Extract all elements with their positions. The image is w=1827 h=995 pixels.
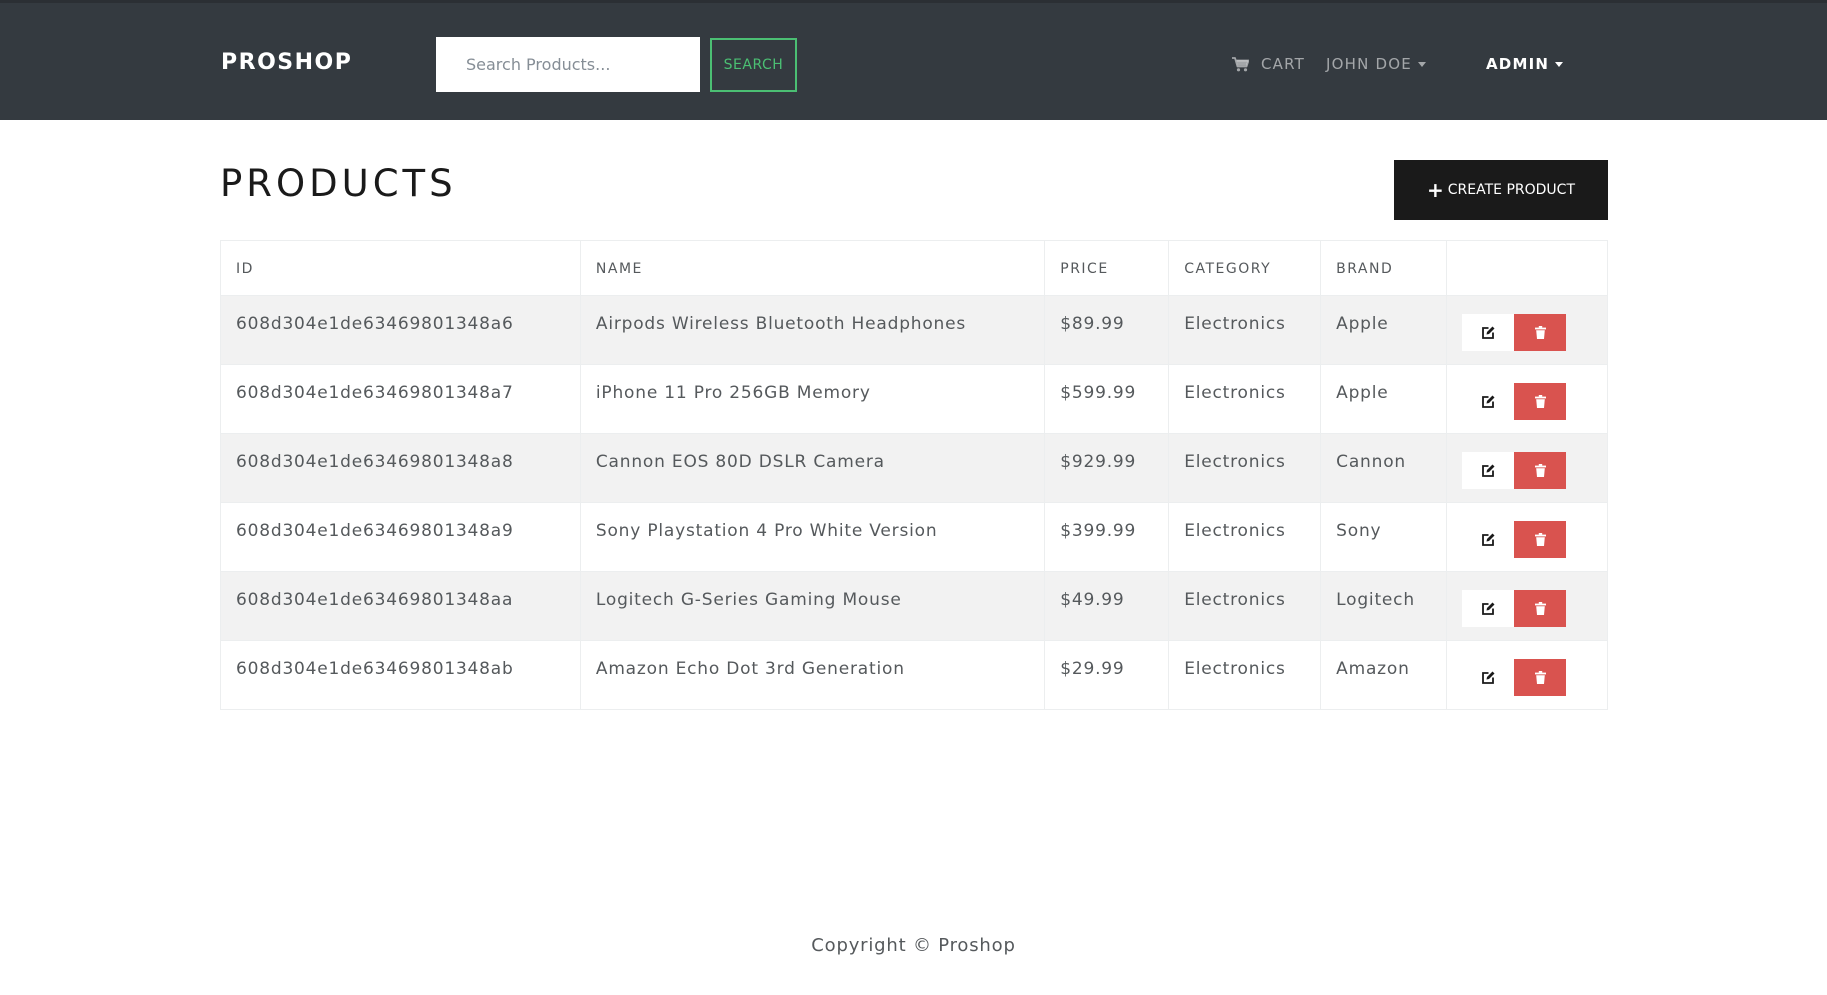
cell-actions: [1446, 295, 1608, 365]
cell-category: Electronics: [1168, 640, 1322, 710]
cell-category: Electronics: [1168, 571, 1322, 641]
cell-price: $29.99: [1044, 640, 1170, 710]
cell-category: Electronics: [1168, 295, 1322, 365]
edit-button[interactable]: [1462, 383, 1516, 420]
cell-category: Electronics: [1168, 364, 1322, 434]
user-label: JOHN DOE: [1326, 55, 1412, 73]
edit-button[interactable]: [1462, 521, 1516, 558]
delete-button[interactable]: [1514, 590, 1567, 627]
table-row: 608d304e1de63469801348a6 Airpods Wireles…: [220, 295, 1608, 365]
delete-button[interactable]: [1514, 521, 1567, 558]
cell-name: Airpods Wireless Bluetooth Headphones: [579, 295, 1046, 365]
trash-icon: [1534, 602, 1546, 615]
table-row: 608d304e1de63469801348a8 Cannon EOS 80D …: [220, 433, 1608, 503]
cell-name: Cannon EOS 80D DSLR Camera: [579, 433, 1046, 503]
cart-icon: [1232, 56, 1249, 71]
delete-button[interactable]: [1514, 659, 1567, 696]
brand-logo[interactable]: PROSHOP: [221, 50, 352, 75]
edit-icon: [1482, 602, 1495, 615]
cell-id: 608d304e1de63469801348a7: [220, 364, 581, 434]
cell-id: 608d304e1de63469801348ab: [220, 640, 581, 710]
trash-icon: [1534, 395, 1546, 408]
trash-icon: [1534, 464, 1546, 477]
edit-button[interactable]: [1462, 590, 1516, 627]
edit-icon: [1482, 464, 1495, 477]
cell-id: 608d304e1de63469801348a6: [220, 295, 581, 365]
table-row: 608d304e1de63469801348a9 Sony Playstatio…: [220, 502, 1608, 572]
edit-button[interactable]: [1462, 659, 1516, 696]
edit-button[interactable]: [1462, 452, 1516, 489]
column-header-price: PRICE: [1044, 240, 1170, 296]
admin-label: ADMIN: [1486, 55, 1550, 73]
trash-icon: [1534, 326, 1546, 339]
chevron-down-icon: [1417, 61, 1426, 67]
cell-id: 608d304e1de63469801348a9: [220, 502, 581, 572]
admin-dropdown[interactable]: ADMIN: [1486, 55, 1564, 73]
chevron-down-icon: [1555, 61, 1564, 67]
products-table: ID NAME PRICE CATEGORY BRAND 608d304e1de…: [220, 240, 1608, 710]
table-row: 608d304e1de63469801348aa Logitech G-Seri…: [220, 571, 1608, 641]
edit-icon: [1482, 533, 1495, 546]
cell-actions: [1446, 502, 1608, 572]
cell-name: Sony Playstation 4 Pro White Version: [579, 502, 1046, 572]
navbar: PROSHOP SEARCH CART JOHN DOE ADMIN: [0, 0, 1827, 120]
cell-id: 608d304e1de63469801348aa: [220, 571, 581, 641]
cell-name: Logitech G-Series Gaming Mouse: [579, 571, 1046, 641]
cell-actions: [1446, 433, 1608, 503]
user-dropdown[interactable]: JOHN DOE: [1326, 55, 1426, 73]
edit-icon: [1482, 326, 1495, 339]
cell-brand: Logitech: [1320, 571, 1448, 641]
create-product-button[interactable]: + CREATE PRODUCT: [1394, 160, 1608, 220]
cart-label: CART: [1261, 55, 1306, 73]
cell-brand: Sony: [1320, 502, 1448, 572]
trash-icon: [1534, 671, 1546, 684]
cell-brand: Cannon: [1320, 433, 1448, 503]
cell-actions: [1446, 640, 1608, 710]
plus-icon: +: [1427, 178, 1444, 202]
delete-button[interactable]: [1514, 383, 1567, 420]
column-header-name: NAME: [579, 240, 1046, 296]
delete-button[interactable]: [1514, 314, 1567, 351]
cell-price: $929.99: [1044, 433, 1170, 503]
trash-icon: [1534, 533, 1546, 546]
cell-name: iPhone 11 Pro 256GB Memory: [579, 364, 1046, 434]
edit-icon: [1482, 671, 1495, 684]
cell-brand: Apple: [1320, 364, 1448, 434]
cell-price: $49.99: [1044, 571, 1170, 641]
footer-copyright: Copyright © Proshop: [811, 935, 1016, 956]
page-title: PRODUCTS: [220, 162, 457, 205]
cell-brand: Apple: [1320, 295, 1448, 365]
column-header-category: CATEGORY: [1168, 240, 1322, 296]
cell-price: $399.99: [1044, 502, 1170, 572]
table-header-row: ID NAME PRICE CATEGORY BRAND: [220, 240, 1608, 296]
table-row: 608d304e1de63469801348ab Amazon Echo Dot…: [220, 640, 1608, 710]
create-product-label: CREATE PRODUCT: [1447, 182, 1575, 198]
column-header-brand: BRAND: [1320, 240, 1448, 296]
edit-button[interactable]: [1462, 314, 1516, 351]
cell-category: Electronics: [1168, 502, 1322, 572]
cell-price: $599.99: [1044, 364, 1170, 434]
edit-icon: [1482, 395, 1495, 408]
cell-category: Electronics: [1168, 433, 1322, 503]
search-button[interactable]: SEARCH: [710, 38, 797, 92]
search-input[interactable]: [436, 37, 700, 92]
cell-price: $89.99: [1044, 295, 1170, 365]
cell-brand: Amazon: [1320, 640, 1448, 710]
table-row: 608d304e1de63469801348a7 iPhone 11 Pro 2…: [220, 364, 1608, 434]
cell-actions: [1446, 364, 1608, 434]
cell-actions: [1446, 571, 1608, 641]
cell-name: Amazon Echo Dot 3rd Generation: [579, 640, 1046, 710]
cell-id: 608d304e1de63469801348a8: [220, 433, 581, 503]
column-header-id: ID: [220, 240, 581, 296]
table-body: 608d304e1de63469801348a6 Airpods Wireles…: [220, 295, 1608, 710]
delete-button[interactable]: [1514, 452, 1567, 489]
column-header-actions: [1446, 240, 1608, 296]
cart-link[interactable]: CART: [1232, 55, 1305, 73]
